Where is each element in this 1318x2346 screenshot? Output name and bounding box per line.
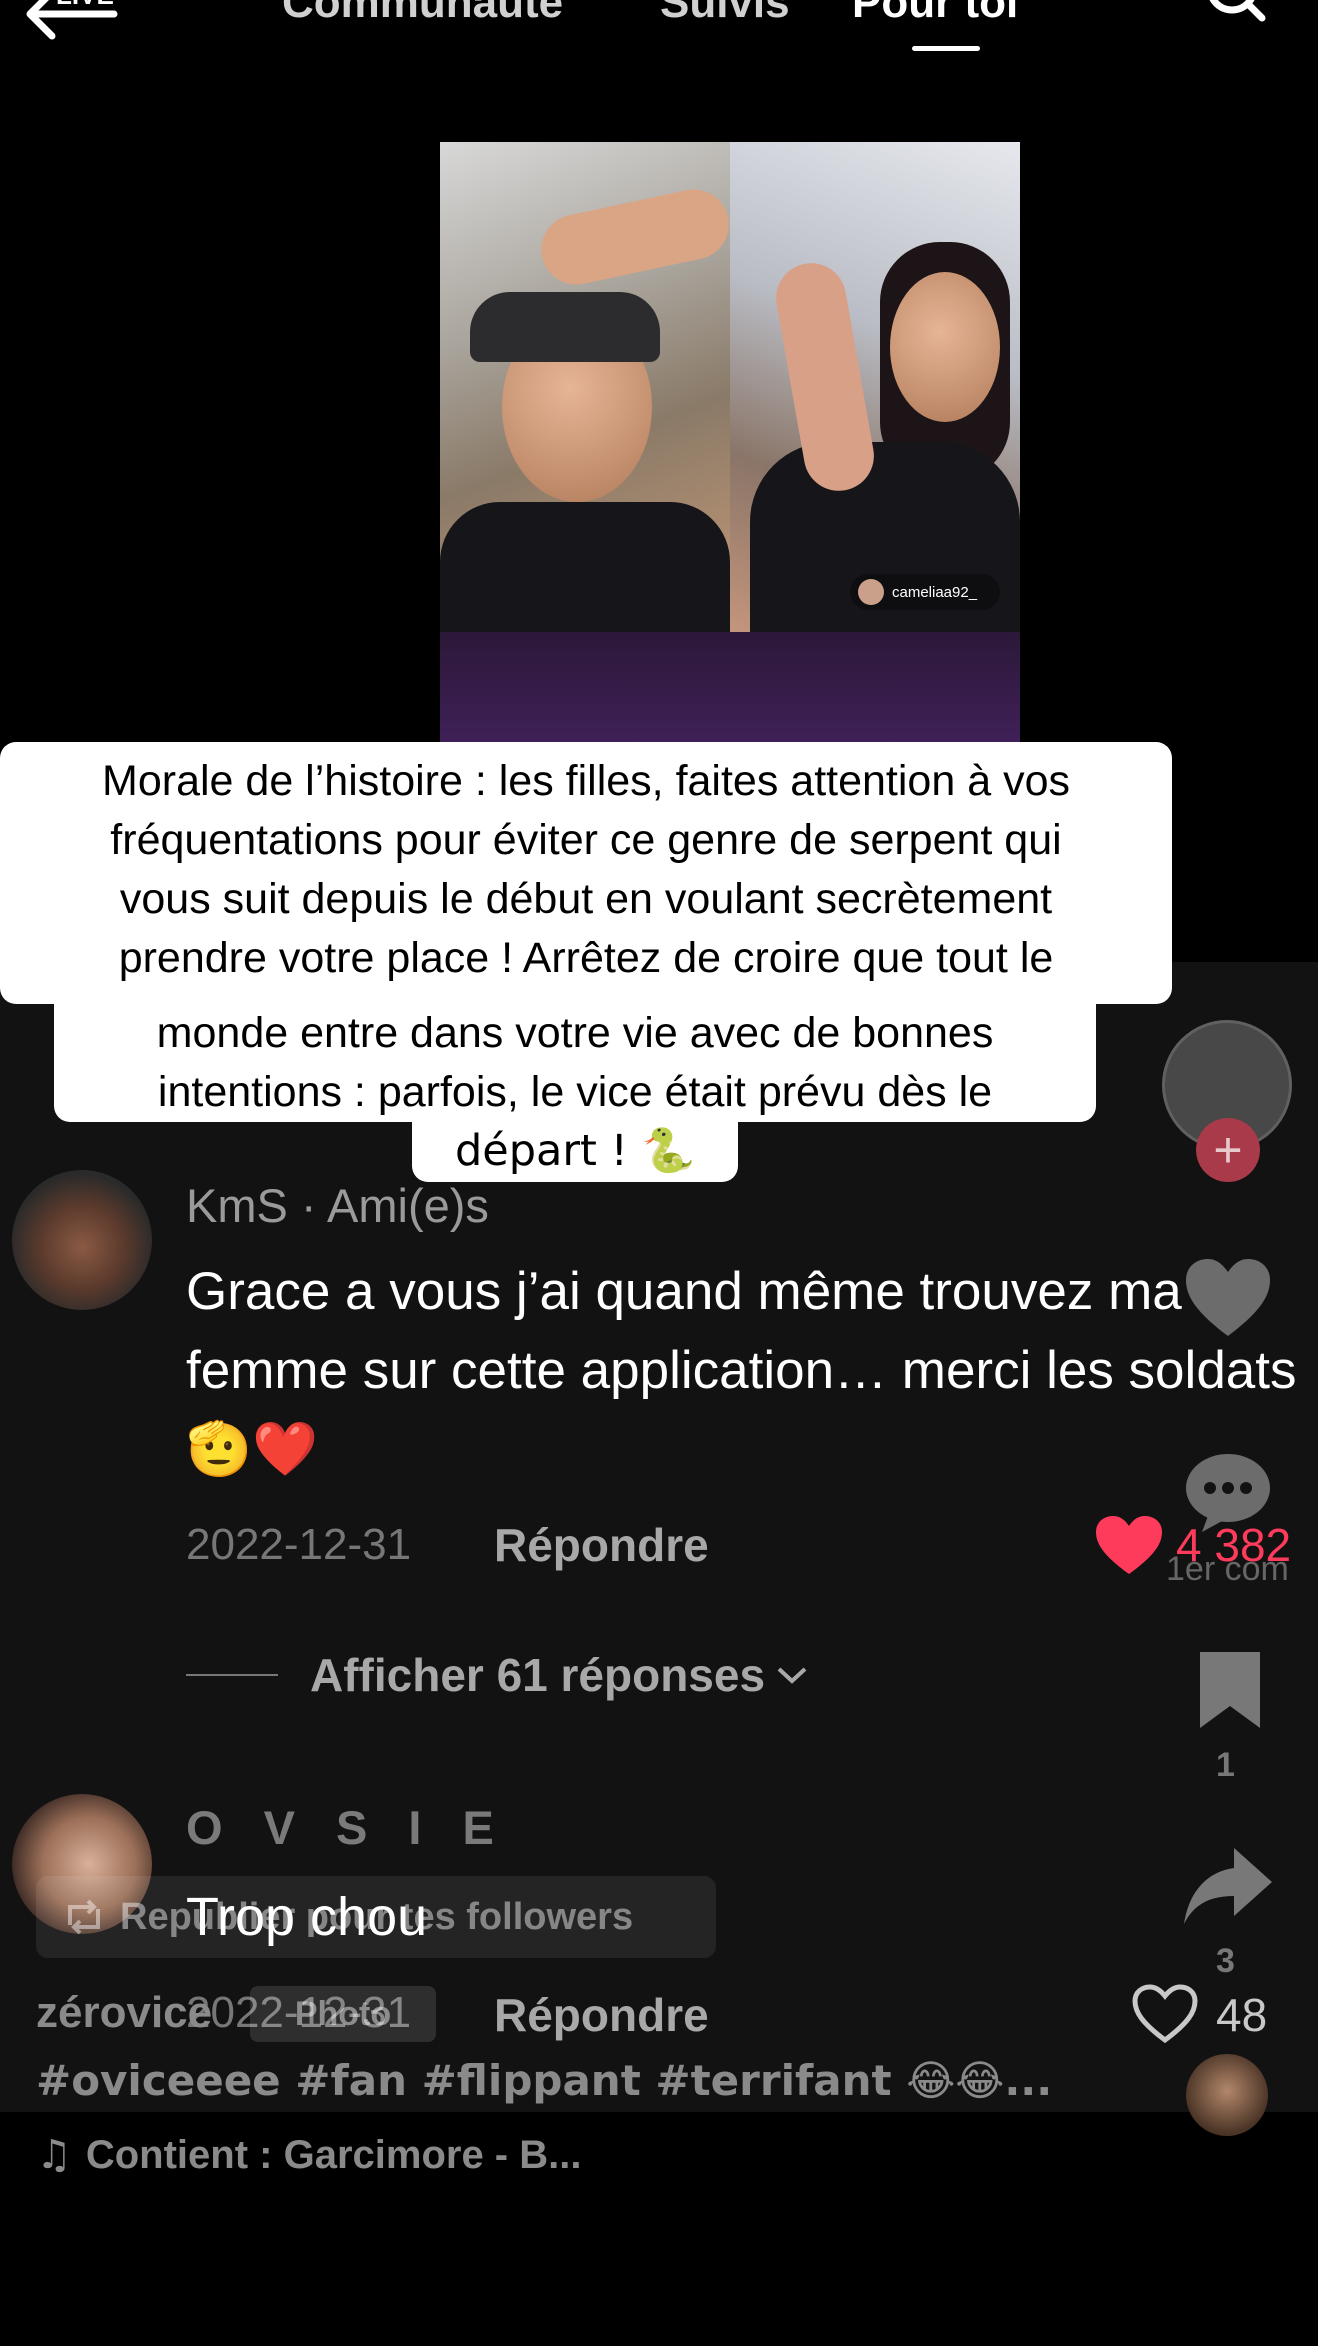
top-navigation-bar: LIVE Communauté Suivis Pour toi [0, 0, 1318, 70]
view-replies-label: Afficher 61 réponses [310, 1649, 766, 1701]
comment-body: Grace a vous j’ai quand même trouvez ma … [186, 1262, 1297, 1400]
share-icon[interactable] [1182, 1844, 1274, 1928]
comment-emoji: 🫡❤️ [186, 1419, 318, 1480]
video-player[interactable]: cameliaa92_ [440, 142, 1020, 742]
share-count: 3 [1216, 1942, 1235, 1980]
comment-username[interactable]: O V S I E [186, 1800, 508, 1855]
repost-icon [68, 1899, 100, 1935]
caption-text-2: monde entre dans votre vie avec de bonne… [156, 1009, 994, 1116]
caption-text-1: Morale de l’histoire : les filles, faite… [102, 757, 1070, 982]
follow-button[interactable]: + [1196, 1118, 1260, 1182]
hand [534, 183, 736, 291]
heart-filled-icon[interactable] [1094, 1514, 1164, 1578]
person-face [890, 272, 1000, 422]
tab-following[interactable]: Suivis [660, 0, 790, 28]
comment-date: 2022-12-31 [186, 1520, 412, 1569]
video-right-panel [730, 142, 1020, 632]
music-note-icon: ♫ [36, 2132, 72, 2178]
tab-for-you[interactable]: Pour toi [852, 0, 1018, 28]
caption-bubble-part-2: monde entre dans votre vie avec de bonne… [54, 1004, 1096, 1122]
live-label: LIVE [56, 0, 114, 10]
search-icon[interactable] [1198, 0, 1298, 32]
replies-divider [186, 1674, 278, 1676]
cap [470, 292, 660, 362]
live-back-icon[interactable]: LIVE [22, 0, 122, 46]
avatar[interactable] [12, 1170, 152, 1310]
repost-button[interactable]: Republier pour tes followers [36, 1876, 716, 1958]
caption-bubble-part-3: départ ! 🐍 [412, 1122, 738, 1182]
caption-bubble-part-1: Morale de l’histoire : les filles, faite… [0, 742, 1172, 1004]
shirt [440, 502, 730, 632]
photo-chip[interactable]: Photo [250, 1986, 436, 2042]
video-author[interactable]: zérovice [36, 1988, 212, 2038]
video-left-panel [440, 142, 736, 632]
video-watermark: cameliaa92_ [850, 574, 1000, 610]
heart-outline-icon[interactable] [1130, 1982, 1200, 2046]
caption-text-3: départ ! 🐍 [454, 1126, 696, 1176]
photo-label: Photo [294, 1994, 392, 2033]
chevron-down-icon [777, 1667, 807, 1684]
music-disc-icon[interactable] [1186, 2054, 1268, 2136]
bookmark-count: 1 [1216, 1746, 1235, 1784]
comment-text: Grace a vous j’ai quand même trouvez ma … [186, 1252, 1306, 1489]
watermark-text: cameliaa92_ [892, 583, 978, 601]
music-label: Contient : Garcimore - B... [85, 2132, 582, 2177]
repost-label: Republier pour tes followers [120, 1895, 634, 1938]
reply-button[interactable]: Répondre [494, 1518, 709, 1572]
comment-like-count: 48 [1216, 1989, 1268, 2041]
video-bottom-area [440, 632, 1020, 742]
comment-count-label: 1er com [1166, 1550, 1289, 1588]
reply-button[interactable]: Répondre [494, 1988, 709, 2042]
comment-username[interactable]: KmS · Ami(e)s [186, 1178, 489, 1233]
music-info[interactable]: ♫ Contient : Garcimore - B... [36, 2132, 581, 2178]
bookmark-icon[interactable] [1194, 1648, 1266, 1732]
active-tab-indicator [912, 46, 980, 51]
tab-community[interactable]: Communauté [282, 0, 563, 28]
heart-icon[interactable] [1182, 1256, 1274, 1340]
comment-icon[interactable] [1182, 1450, 1274, 1534]
watermark-avatar [858, 579, 884, 605]
view-replies-button[interactable]: Afficher 61 réponses [310, 1648, 809, 1702]
video-hashtags[interactable]: #oviceeee #fan #flippant #terrifant 😂😂..… [36, 2056, 1052, 2105]
